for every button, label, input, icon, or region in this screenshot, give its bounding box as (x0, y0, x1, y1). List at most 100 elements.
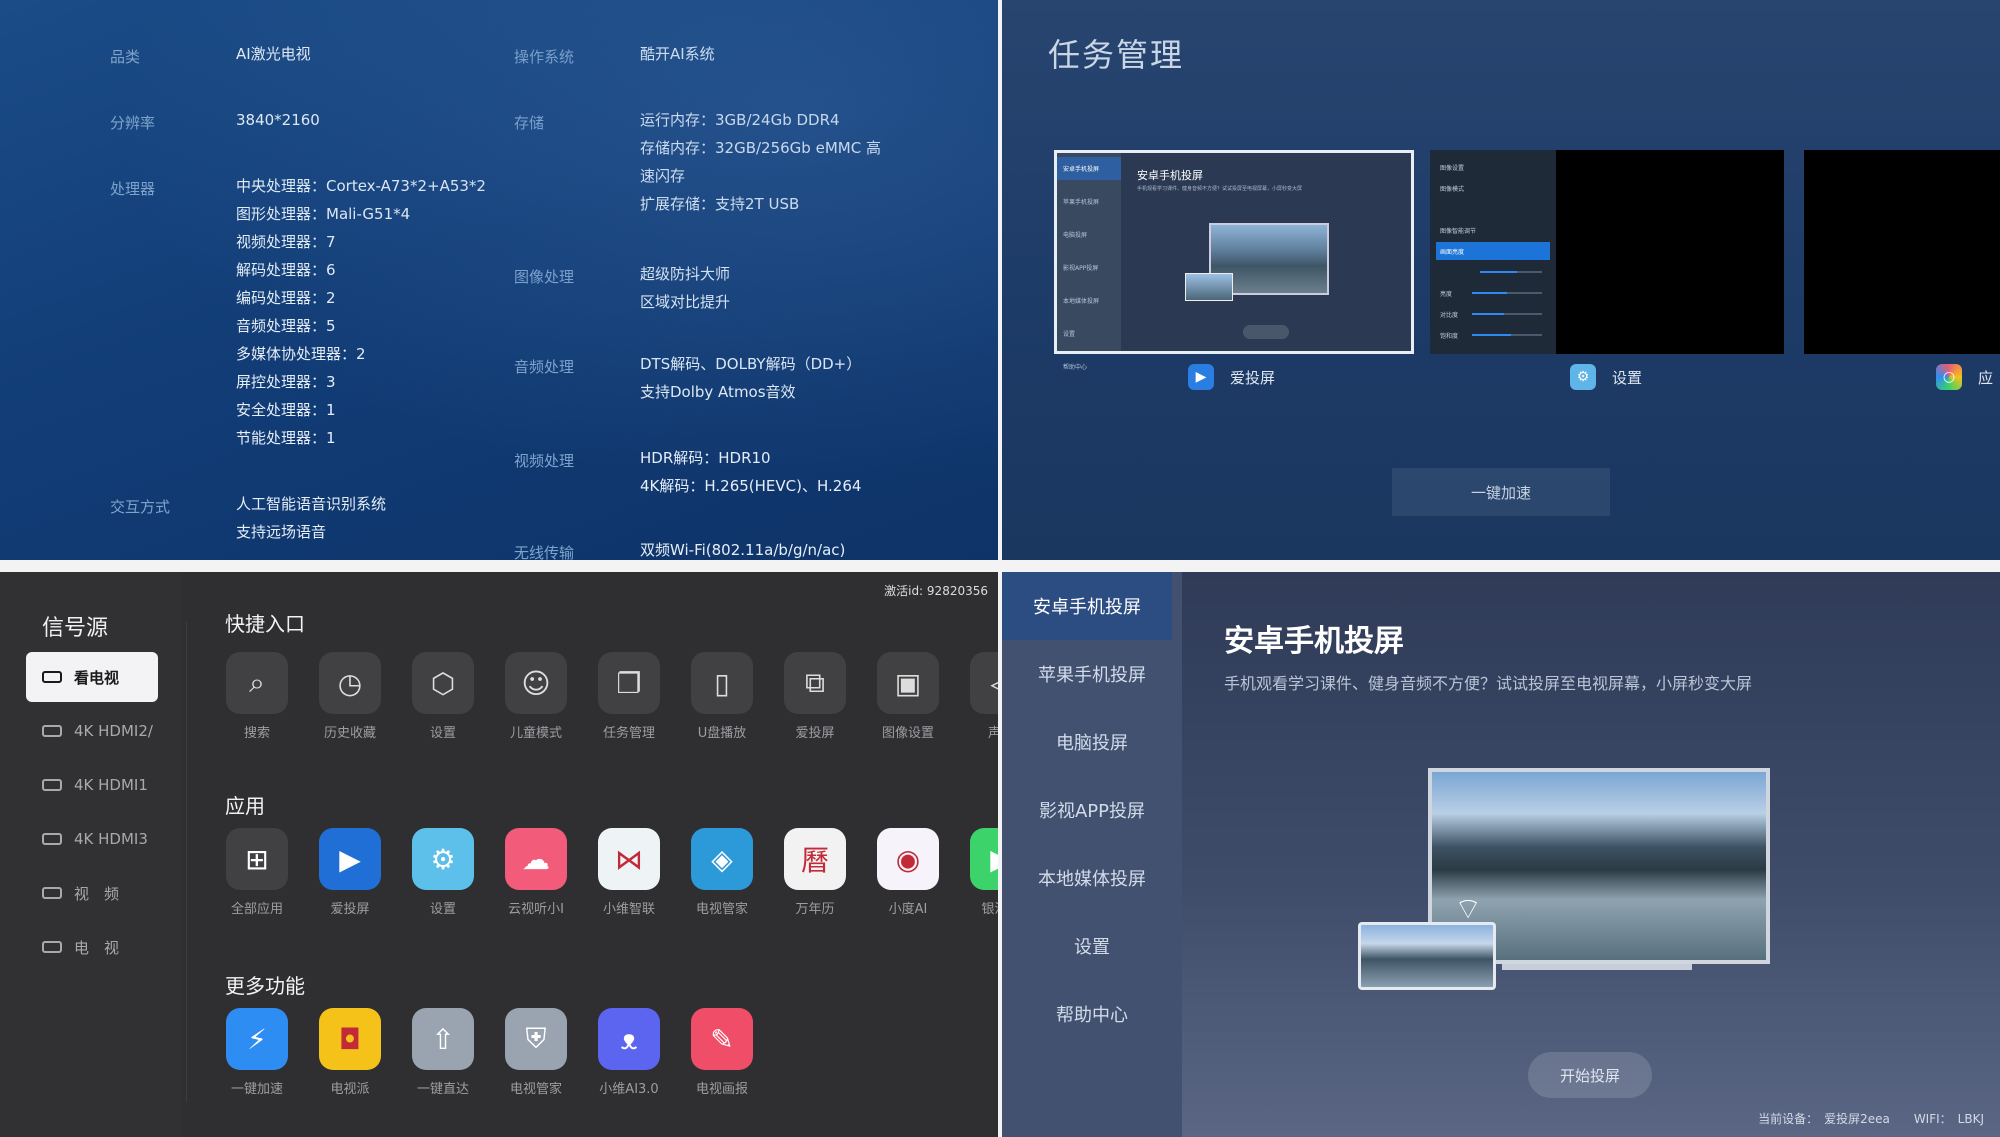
smart-link-icon: ⋈ (598, 828, 660, 890)
spec-value: 人工智能语音识别系统 (236, 495, 387, 513)
spec-value: 音频处理器：5 (236, 317, 336, 335)
quick-label: 图像设置 (881, 726, 934, 741)
cast-icon: ⧉ (784, 652, 846, 714)
tv-manager-icon: ◈ (691, 828, 753, 890)
hdmi-icon (42, 725, 62, 737)
apps-item[interactable]: ⚙ 设置 (410, 828, 476, 917)
divider (186, 622, 187, 1102)
spec-value: 酷开AI系统 (640, 45, 715, 63)
source-label: 视 频 (74, 884, 120, 903)
source-label: 4K HDMI3 (74, 830, 148, 848)
quick-item[interactable]: ◷ 历史收藏 (317, 652, 383, 741)
task-card-screencast[interactable]: 安卓手机投屏 苹果手机投屏 电脑投屏 影视APP投屏 本地媒体投屏 设置 帮助中心 安卓手机… (1054, 150, 1414, 371)
quick-item[interactable]: ☺ 儿童模式 (503, 652, 569, 741)
apps-item[interactable]: ◉ 小度AI (875, 828, 941, 917)
cat-icon: ᴥ (598, 1008, 660, 1070)
more-item[interactable]: ⛨ 电视管家 (503, 1008, 569, 1097)
spec-value: 扩展存储：支持2T USB (640, 195, 800, 213)
cloud-tv-icon: ☁ (505, 828, 567, 890)
source-item[interactable]: 电 视 (26, 922, 158, 972)
apps-item[interactable]: ▶ 银河奇 (968, 828, 998, 917)
settings-row: 图像智能调节 (1440, 227, 1477, 235)
apps-item[interactable]: ◈ 电视管家 (689, 828, 755, 917)
settings-row: 对比度 (1436, 305, 1550, 323)
task-label-app: ○ 应 (1936, 364, 1993, 390)
spec-label: 视频处理 (514, 452, 575, 470)
apps-item[interactable]: 曆万年历 (782, 828, 848, 917)
grid-icon: ⊞ (226, 828, 288, 890)
apps-label: 爱投屏 (330, 902, 370, 917)
source-item[interactable]: 4K HDMI2/ (26, 706, 158, 756)
spec-value: DTS解码、DOLBY解码（DD+） (640, 355, 862, 373)
one-key-speedup-button[interactable]: 一键加速 (1392, 468, 1610, 516)
source-title: 信号源 (42, 616, 109, 641)
apps-item[interactable]: ⋈ 小维智联 (596, 828, 662, 917)
cast-title: 安卓手机投屏 (1224, 624, 1404, 659)
mini-subtitle: 手机观看学习课件、健身音频不方便？试试投屏至电视屏幕，小屏秒变大屏 (1137, 186, 1303, 192)
more-item[interactable]: ⚡ 一键加速 (224, 1008, 290, 1097)
apps-title: 应用 (225, 794, 265, 818)
quick-label: 搜索 (243, 726, 270, 741)
apps-label: 云视听小I (508, 902, 564, 917)
mini-nav-item: 电脑投屏 (1063, 232, 1088, 239)
more-item[interactable]: ✎ 电视画报 (689, 1008, 755, 1097)
cast-nav-item[interactable]: 安卓手机投屏 (1002, 572, 1172, 640)
slider-bar (1472, 334, 1542, 336)
xiaodu-icon: ◉ (877, 828, 939, 890)
quick-item[interactable]: ⬡ 设置 (410, 652, 476, 741)
source-label: 看电视 (74, 668, 120, 687)
quick-item[interactable]: ▣ 图像设置 (875, 652, 941, 741)
gear-icon: ⚙ (1570, 364, 1596, 390)
settings-row: 饱和度 (1436, 326, 1550, 344)
app-icon: ○ (1936, 364, 1962, 390)
spec-label: 处理器 (110, 180, 156, 198)
tv-stand (1502, 964, 1692, 970)
quick-item[interactable]: ▯ U盘播放 (689, 652, 755, 741)
galaxy-icon: ▶ (970, 828, 998, 890)
source-item[interactable]: 视 频 (26, 868, 158, 918)
spec-label: 分辨率 (110, 114, 156, 132)
launcher-panel: 信号源 激活id: 92820356 快捷入口 应用 更多功能 看电视 4K HD… (0, 572, 998, 1137)
mini-nav: 安卓手机投屏 苹果手机投屏 电脑投屏 影视APP投屏 本地媒体投屏 设置 帮助中心 (1057, 153, 1121, 371)
more-item[interactable]: ◘ 电视派 (317, 1008, 383, 1097)
mini-nav-item: 影视APP投屏 (1063, 265, 1099, 272)
apps-label: 电视管家 (695, 902, 748, 917)
task-card-app[interactable] (1804, 150, 2000, 354)
more-item[interactable]: ⇧ 一键直达 (410, 1008, 476, 1097)
apps-item[interactable]: ▶ 爱投屏 (317, 828, 383, 917)
quick-item[interactable]: ◁ 声音 (968, 652, 998, 741)
quick-item[interactable]: ⧉ 爱投屏 (782, 652, 848, 741)
quick-item[interactable]: ⌕ 搜索 (224, 652, 290, 741)
start-cast-button[interactable]: 开始投屏 (1528, 1052, 1652, 1098)
cast-nav-item[interactable]: 帮助中心 (1002, 980, 1182, 1048)
activation-id: 激活id: 92820356 (884, 584, 988, 598)
apps-label: 银河奇 (981, 902, 998, 917)
cast-nav-item[interactable]: 本地媒体投屏 (1002, 844, 1182, 912)
source-item[interactable]: 4K HDMI3 (26, 814, 158, 864)
more-label: 一键加速 (230, 1082, 283, 1097)
settings-row (1436, 200, 1550, 218)
apps-item[interactable]: ⊞ 全部应用 (224, 828, 290, 917)
more-label: 电视管家 (509, 1082, 562, 1097)
cast-nav-item[interactable]: 苹果手机投屏 (1002, 640, 1182, 708)
hdmi-icon (42, 941, 62, 953)
search-icon: ⌕ (226, 652, 288, 714)
mini-nav-item: 本地媒体投屏 (1063, 298, 1100, 305)
task-thumbnail-screencast: 安卓手机投屏 苹果手机投屏 电脑投屏 影视APP投屏 本地媒体投屏 设置 帮助中心 安卓手机… (1057, 153, 1411, 371)
mini-nav-item: 设置 (1063, 331, 1076, 338)
cast-nav-item[interactable]: 设置 (1002, 912, 1182, 980)
spec-value: 3840*2160 (236, 111, 320, 129)
spec-label: 无线传输 (514, 544, 575, 560)
source-item[interactable]: 4K HDMI1 (26, 760, 158, 810)
cast-nav-item[interactable]: 影视APP投屏 (1002, 776, 1182, 844)
apps-item[interactable]: ☁ 云视听小I (503, 828, 569, 917)
source-item[interactable]: 看电视 (26, 652, 158, 702)
quick-item[interactable]: ❐ 任务管理 (596, 652, 662, 741)
task-card-settings[interactable]: 图像设置 图像模式 图像智能调节 画面亮度 亮度 对比度 饱和度 (1430, 150, 1784, 354)
cast-nav-item[interactable]: 电脑投屏 (1002, 708, 1182, 776)
lightning-icon: ⚡ (226, 1008, 288, 1070)
more-item[interactable]: ᴥ 小维AI3.0 (596, 1008, 662, 1097)
source-label: 电 视 (74, 938, 120, 957)
screencast-icon: ▶ (1188, 364, 1214, 390)
apps-label: 小度AI (888, 902, 928, 917)
